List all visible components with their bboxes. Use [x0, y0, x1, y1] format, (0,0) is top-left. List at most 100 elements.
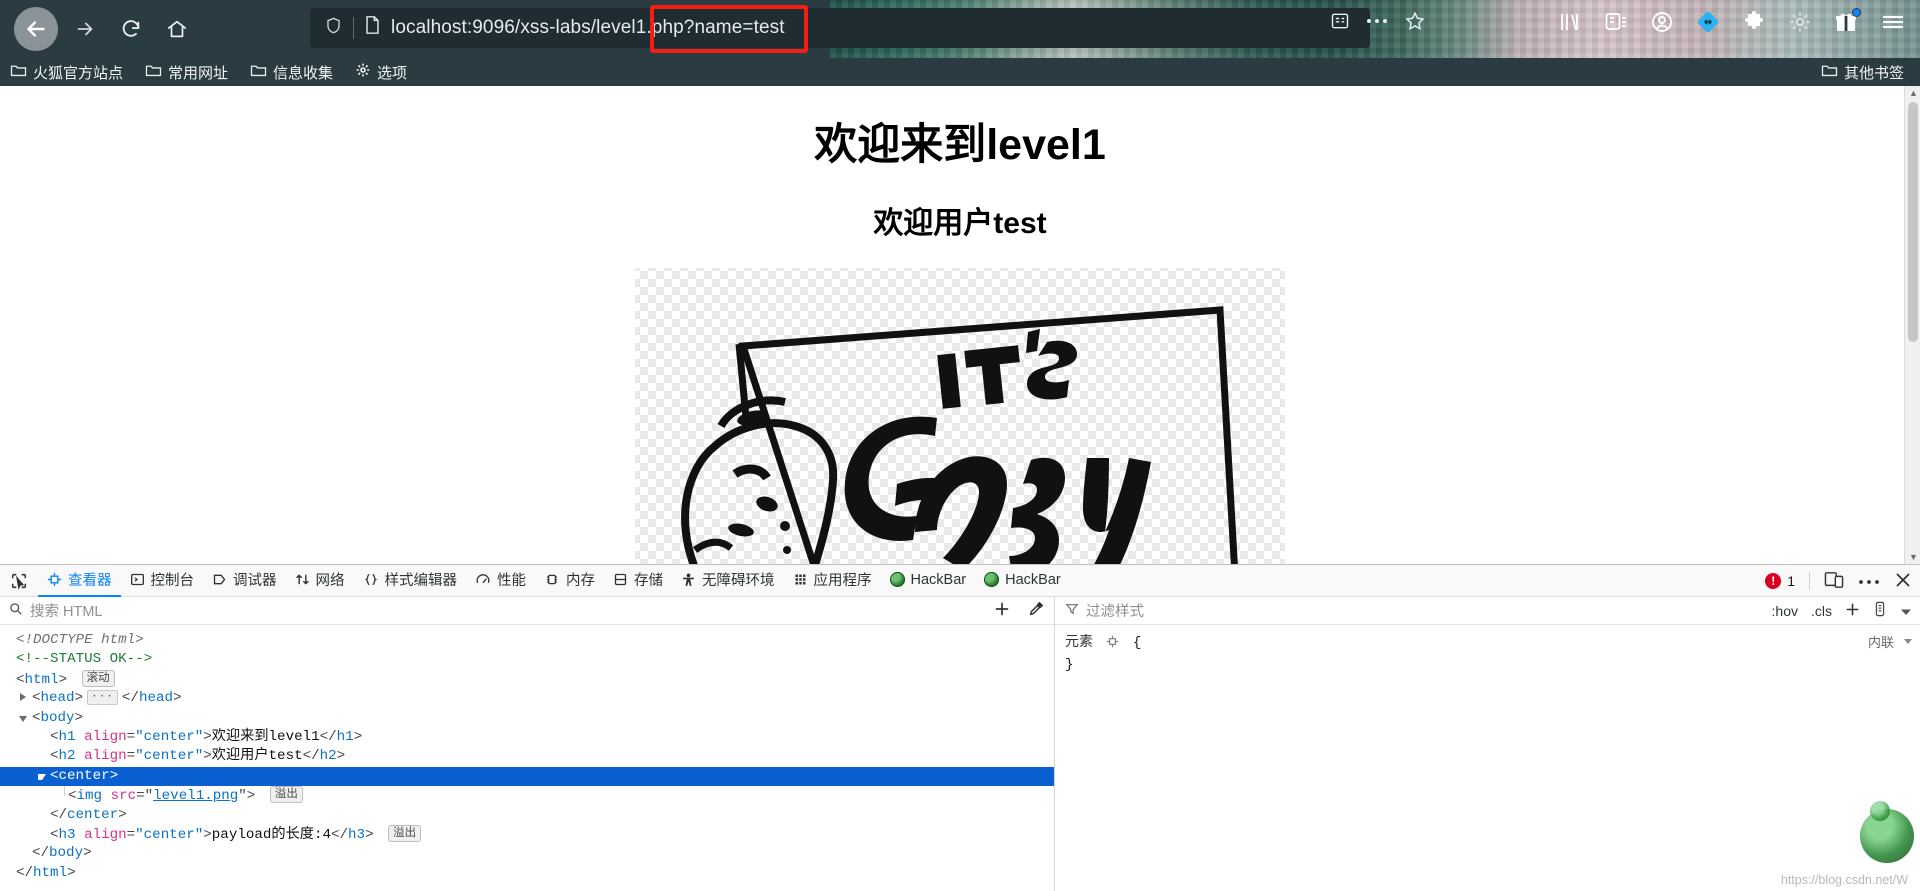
attribute-value[interactable]: "center" — [135, 748, 203, 764]
markup-line-img[interactable]: <img src="level1.png"> 溢出 — [0, 786, 1054, 805]
bookmark-item-2[interactable]: 信息收集 — [250, 62, 333, 83]
styles-rule-element[interactable]: 元素 { } 内联 — [1055, 625, 1920, 675]
responsive-design-mode-icon[interactable] — [1824, 571, 1844, 592]
chevron-down-icon[interactable] — [1900, 603, 1912, 619]
attribute-name[interactable]: align — [84, 827, 127, 843]
attribute-name[interactable]: src — [111, 788, 137, 804]
markup-tools — [994, 601, 1044, 620]
urlbar-action-icons — [1330, 10, 1426, 32]
plus-icon[interactable] — [1845, 602, 1860, 620]
plus-icon[interactable] — [994, 601, 1010, 620]
gear-icon — [355, 62, 371, 82]
markup-line-status-comment[interactable]: <!--STATUS OK--> — [0, 650, 1054, 669]
styles-filter-input[interactable]: 过滤样式 — [1086, 600, 1144, 621]
account-icon[interactable] — [1650, 10, 1674, 34]
page-scrollbar-thumb[interactable] — [1908, 102, 1918, 342]
document-icon — [364, 15, 381, 41]
markup-line-center-close[interactable]: </center> — [0, 806, 1054, 825]
markup-search-input[interactable]: 搜索 HTML — [30, 600, 103, 621]
markup-line-body-open[interactable]: <body> — [0, 709, 1054, 728]
tab-debugger[interactable]: 调试器 — [203, 565, 286, 597]
shield-icon[interactable] — [324, 16, 343, 41]
scroll-badge[interactable]: 滚动 — [81, 669, 115, 687]
overflow-badge[interactable]: 溢出 — [269, 786, 303, 804]
error-count-badge[interactable]: ! 1 — [1765, 573, 1795, 589]
tab-network[interactable]: 网络 — [286, 565, 354, 597]
ellipsis-icon[interactable] — [1366, 17, 1388, 25]
bookmarks-toolbar: 火狐官方站点 常用网址 信息收集 选项 其他书签 — [0, 58, 1920, 86]
home-button[interactable] — [158, 10, 196, 48]
tab-application[interactable]: 应用程序 — [784, 565, 881, 597]
tab-performance[interactable]: 性能 — [466, 565, 535, 597]
star-icon[interactable] — [1404, 10, 1426, 32]
rule-expand-caret-icon[interactable] — [1904, 639, 1912, 644]
tab-inspector[interactable]: 查看器 — [38, 565, 121, 597]
collapse-twisty-body-icon[interactable] — [19, 715, 27, 722]
markup-pane: 搜索 HTML <!DOCTYPE html> <!--STATUS OK-->… — [0, 597, 1055, 891]
tag-name-close: h3 — [348, 826, 366, 843]
tab-hackbar-2[interactable]: HackBar — [975, 565, 1070, 597]
page-scrollbar[interactable]: ▲ ▼ — [1904, 86, 1920, 564]
accessibility-icon — [681, 572, 696, 588]
watermark-text: https://blog.csdn.net/W — [1780, 873, 1908, 887]
print-styles-icon[interactable] — [1873, 601, 1887, 620]
gift-icon[interactable] — [1834, 8, 1861, 34]
attribute-value[interactable]: "center" — [135, 827, 203, 843]
tab-accessibility[interactable]: 无障碍环境 — [672, 565, 784, 597]
text-node[interactable]: 欢迎用户test — [212, 748, 303, 764]
back-button[interactable] — [14, 7, 58, 51]
reader-mode-icon[interactable] — [1330, 11, 1350, 31]
library-icon[interactable] — [1558, 11, 1582, 33]
markup-line-h1[interactable]: <h1 align="center">欢迎来到level1</h1> — [0, 728, 1054, 747]
bookmark-item-1[interactable]: 常用网址 — [145, 62, 228, 83]
bookmark-label: 常用网址 — [168, 64, 229, 82]
extensions-puzzle-icon[interactable] — [1742, 10, 1766, 34]
close-icon[interactable] — [1894, 571, 1912, 592]
expand-twisty-head-icon[interactable] — [20, 693, 26, 702]
markup-line-doctype[interactable]: <!DOCTYPE html> — [0, 631, 1054, 650]
element-picker-icon[interactable] — [6, 568, 32, 594]
element-badge-icon — [1106, 635, 1119, 655]
markup-line-body-close[interactable]: </body> — [0, 844, 1054, 863]
app-menu-icon[interactable] — [1880, 11, 1906, 33]
markup-line-html-open[interactable]: <html> 滚动 — [0, 669, 1054, 689]
markup-line-h2[interactable]: <h2 align="center">欢迎用户test</h2> — [0, 747, 1054, 766]
sidebar-icon[interactable] — [1604, 11, 1628, 33]
tab-storage[interactable]: 存储 — [604, 565, 672, 597]
url-bar[interactable]: localhost:9096/xss-labs/level1.php?name=… — [310, 8, 1370, 48]
text-node[interactable]: 欢迎来到level1 — [212, 729, 320, 745]
devtools-meatball-menu-icon[interactable] — [1858, 573, 1880, 589]
attribute-name[interactable]: align — [84, 729, 127, 745]
markup-line-head[interactable]: <head> ··· </head> — [0, 689, 1054, 708]
tab-hackbar-1[interactable]: HackBar — [881, 565, 976, 597]
forward-button[interactable] — [66, 10, 104, 48]
bookmark-item-3[interactable]: 选项 — [355, 62, 407, 83]
reload-button[interactable] — [112, 10, 150, 48]
pseudo-class-hov-button[interactable]: :hov — [1772, 603, 1798, 619]
extension-hackbar-icon[interactable] — [1696, 10, 1720, 34]
settings-gear-icon[interactable] — [1788, 10, 1812, 34]
network-icon — [295, 572, 310, 587]
markup-line-center-open[interactable]: <center> — [0, 766, 1054, 787]
storage-icon — [613, 572, 628, 587]
markup-line-h3[interactable]: <h3 align="center">payload的长度:4</h3> 溢出 — [0, 824, 1054, 844]
bookmarks-overflow[interactable]: 其他书签 — [1821, 62, 1904, 83]
overflow-badge[interactable]: 溢出 — [388, 824, 422, 842]
attribute-value[interactable]: "center" — [135, 729, 203, 745]
tab-memory[interactable]: 内存 — [535, 565, 604, 597]
attribute-name[interactable]: align — [84, 748, 127, 764]
markup-line-html-close[interactable]: </html> — [0, 864, 1054, 883]
tab-console[interactable]: 控制台 — [121, 565, 204, 597]
text-node[interactable]: payload的长度:4 — [212, 827, 331, 843]
class-cls-button[interactable]: .cls — [1811, 603, 1832, 619]
eyedropper-icon[interactable] — [1028, 601, 1044, 620]
collapse-twisty-center-icon[interactable] — [38, 773, 46, 780]
attribute-value-link[interactable]: level1.png — [153, 788, 238, 804]
scroll-up-arrow[interactable]: ▲ — [1909, 88, 1918, 98]
markup-tree[interactable]: <!DOCTYPE html> <!--STATUS OK--> <html> … — [0, 625, 1054, 883]
scroll-down-arrow[interactable]: ▼ — [1909, 552, 1918, 562]
bookmark-item-0[interactable]: 火狐官方站点 — [10, 62, 123, 83]
collapsed-children-icon[interactable]: ··· — [87, 690, 118, 706]
tab-style-editor[interactable]: 样式编辑器 — [354, 565, 467, 597]
url-text[interactable]: localhost:9096/xss-labs/level1.php?name=… — [391, 17, 785, 39]
